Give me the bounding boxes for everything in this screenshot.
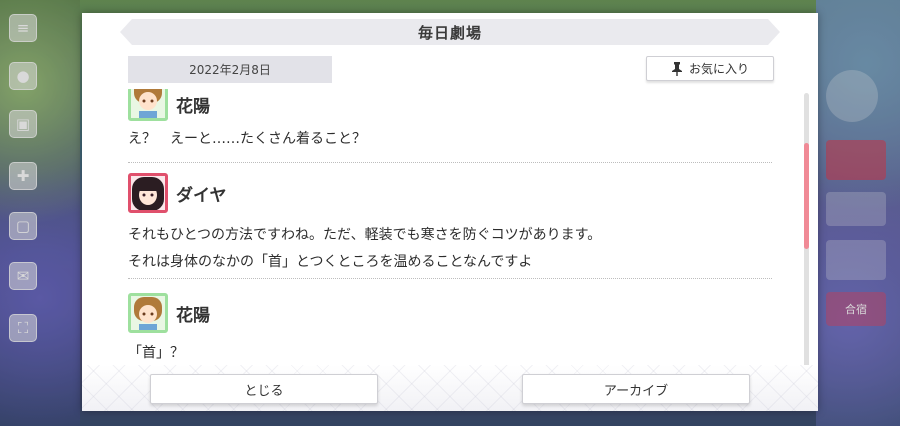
dialogue-entry: ダイヤ それもひとつの方法ですわね。ただ、軽装でも寒さを防ぐコツがあります。 そ… <box>128 173 772 279</box>
dialogue-line: え？ えーと……たくさん着ること？ <box>128 131 366 147</box>
dialogue-entry: 花陽 「首」？ <box>128 293 772 365</box>
speaker-name: ダイヤ <box>176 185 227 206</box>
dialogue-log[interactable]: 花陽 え？ えーと……たくさん着ること？ ダイヤ それもひとつの方法ですわね。た… <box>128 89 772 367</box>
dialogue-line: それは身体のなかの「首」とつくところを温めることなんですよ <box>128 254 533 270</box>
favorite-label: お気に入り <box>688 62 749 76</box>
dia-avatar <box>128 173 168 213</box>
dialogue-line: それもひとつの方法ですわね。ただ、軽装でも寒さを防ぐコツがあります。 <box>128 227 602 243</box>
dialogue-entry: 花陽 え？ えーと……たくさん着ること？ <box>128 89 772 163</box>
speaker-name: 花陽 <box>176 305 210 326</box>
pin-icon <box>671 61 683 76</box>
daily-theater-dialog: 毎日劇場 2022年2月8日 お気に入り 花陽 え？ えーと……たくさん着ること… <box>82 13 818 411</box>
favorite-button[interactable]: お気に入り <box>646 56 774 81</box>
entry-divider <box>128 162 772 163</box>
hanayo-avatar <box>128 293 168 333</box>
date-label: 2022年2月8日 <box>128 56 332 83</box>
archive-button[interactable]: アーカイブ <box>522 374 750 404</box>
dialog-title: 毎日劇場 <box>120 19 780 45</box>
hanayo-avatar <box>128 89 168 121</box>
speaker-name: 花陽 <box>176 96 210 117</box>
entry-divider <box>128 278 772 279</box>
dialogue-line: 「首」？ <box>128 345 184 361</box>
dialog-footer: とじる アーカイブ <box>82 365 818 411</box>
close-button[interactable]: とじる <box>150 374 378 404</box>
scrollbar-thumb[interactable] <box>804 143 809 249</box>
scrollbar[interactable] <box>804 93 809 367</box>
